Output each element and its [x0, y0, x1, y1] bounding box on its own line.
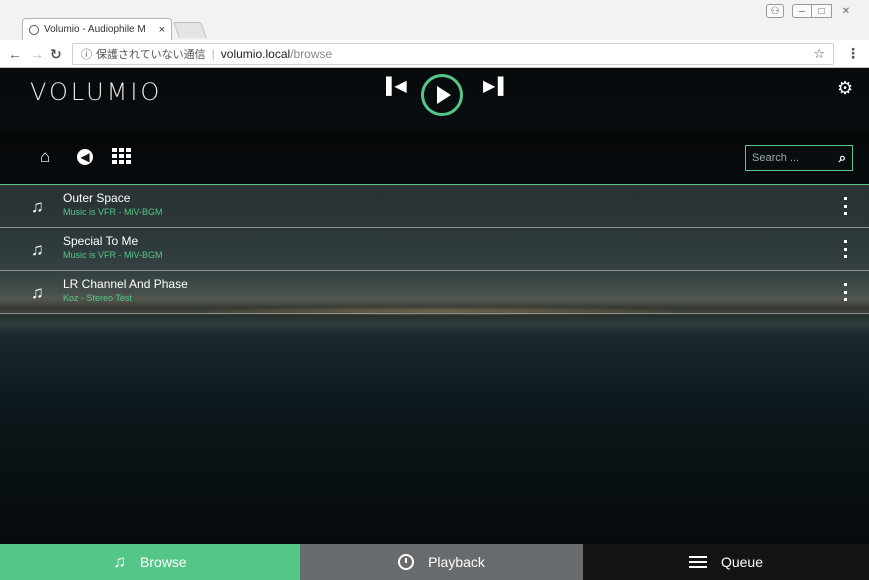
new-tab-button[interactable] — [173, 22, 207, 38]
url-separator: | — [211, 47, 215, 61]
player-bar: VOLUMIO ▌◀ ▶▐ ⚙ — [0, 68, 869, 132]
url-field[interactable]: ⓘ 保護されていない通信 | volumio.local /browse ☆ — [72, 43, 834, 65]
minimize-icon[interactable]: – — [792, 4, 812, 18]
forward-arrow-icon[interactable]: → — [30, 45, 44, 63]
track-artist: Koz - Stereo Test — [63, 293, 132, 303]
search-box[interactable]: ⌕ — [745, 145, 853, 171]
bottom-tabs: ♫ Browse Playback Queue — [0, 544, 869, 580]
track-row-special-to-me[interactable]: ♫ Special To Me Music is VFR - MiV-BGM — [0, 228, 869, 271]
clock-icon — [398, 554, 415, 570]
grid-icon[interactable] — [112, 148, 131, 164]
security-label: 保護されていない通信 — [96, 49, 206, 61]
tab-playback[interactable]: Playback — [300, 544, 583, 580]
music-note-icon: ♫ — [113, 552, 127, 571]
skip-previous-icon[interactable]: ▌◀ — [386, 76, 407, 96]
track-artist: Music is VFR - MiV-BGM — [63, 207, 163, 217]
info-icon[interactable]: ⓘ — [81, 46, 92, 62]
back-arrow-icon[interactable]: ← — [8, 45, 22, 63]
play-button[interactable] — [421, 74, 463, 116]
more-vertical-icon[interactable] — [838, 240, 852, 258]
track-list: ♫ Outer Space Music is VFR - MiV-BGM ♫ S… — [0, 184, 869, 314]
tab-browse-label: Browse — [140, 554, 187, 570]
track-row-outer-space[interactable]: ♫ Outer Space Music is VFR - MiV-BGM — [0, 185, 869, 228]
more-vertical-icon[interactable] — [838, 283, 852, 301]
track-title: Outer Space — [63, 191, 131, 205]
browser-tab[interactable]: Volumio - Audiophile M × — [22, 18, 172, 40]
tab-browse[interactable]: ♫ Browse — [0, 544, 300, 580]
back-arrow-icon[interactable]: ◀ — [77, 149, 93, 165]
tab-playback-label: Playback — [428, 554, 485, 570]
home-icon[interactable]: ⌂ — [40, 147, 50, 167]
track-artist: Music is VFR - MiV-BGM — [63, 250, 163, 260]
music-note-icon: ♫ — [31, 240, 44, 259]
browser-address-bar: ← → ↻ ⓘ 保護されていない通信 | volumio.local /brow… — [0, 40, 869, 68]
music-note-icon: ♫ — [31, 197, 44, 216]
tab-close-icon[interactable]: × — [159, 24, 165, 36]
search-icon[interactable]: ⌕ — [839, 150, 846, 166]
volumio-favicon-icon — [29, 24, 39, 35]
tab-title: Volumio - Audiophile M — [44, 24, 146, 35]
volumio-logo: VOLUMIO — [30, 78, 163, 106]
track-row-lr-channel[interactable]: ♫ LR Channel And Phase Koz - Stereo Test — [0, 271, 869, 314]
maximize-icon[interactable]: □ — [812, 4, 832, 18]
browser-menu-icon[interactable]: ⋮ — [846, 45, 860, 62]
bookmark-star-icon[interactable]: ☆ — [813, 46, 825, 62]
url-path: /browse — [290, 47, 333, 61]
search-input[interactable] — [752, 152, 830, 164]
skip-next-icon[interactable]: ▶▐ — [483, 76, 504, 96]
music-note-icon: ♫ — [31, 283, 44, 302]
gear-icon[interactable]: ⚙ — [837, 78, 853, 99]
tab-queue-label: Queue — [720, 554, 764, 570]
browse-toolbar: ⌂ ◀ ⌕ — [0, 132, 869, 184]
play-icon — [437, 86, 451, 104]
url-host: volumio.local — [220, 47, 291, 61]
tab-queue[interactable]: Queue — [583, 544, 869, 580]
track-title: LR Channel And Phase — [63, 277, 188, 291]
list-icon — [688, 556, 707, 568]
track-title: Special To Me — [63, 234, 139, 248]
user-profile-icon[interactable]: ⚇ — [766, 4, 784, 18]
browser-titlebar: Volumio - Audiophile M × ⚇ – □ ✕ — [0, 0, 869, 40]
reload-icon[interactable]: ↻ — [50, 45, 62, 63]
more-vertical-icon[interactable] — [838, 197, 852, 215]
volumio-app: VOLUMIO ▌◀ ▶▐ ⚙ ⌂ ◀ ⌕ ♫ Outer Space Musi… — [0, 68, 869, 580]
close-window-icon[interactable]: ✕ — [832, 4, 860, 18]
